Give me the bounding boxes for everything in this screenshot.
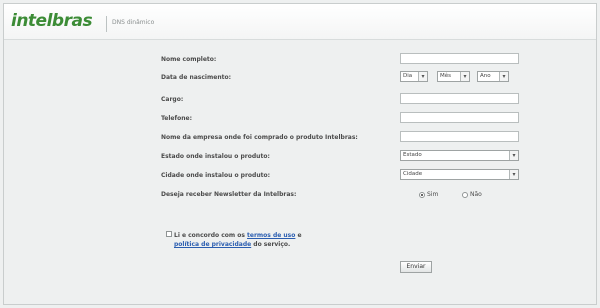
newsletter-no-radio[interactable] <box>462 192 468 198</box>
store-input[interactable] <box>400 131 519 142</box>
terms-and: e <box>295 232 302 239</box>
submit-button[interactable]: Enviar <box>400 261 432 273</box>
full-name-input[interactable] <box>400 53 519 64</box>
chevron-down-icon: ▾ <box>499 72 508 81</box>
newsletter-label: Deseja receber Newsletter da Intelbras: <box>161 191 297 198</box>
phone-label: Telefone: <box>161 115 192 122</box>
day-select-value: Dia <box>403 73 413 79</box>
city-label: Cidade onde instalou o produto: <box>161 172 271 179</box>
terms-prefix: Li e concordo com os <box>174 232 248 239</box>
terms-checkbox[interactable] <box>166 231 172 237</box>
terms-of-use-link[interactable]: termos de uso <box>247 232 295 239</box>
year-select[interactable]: Ano ▾ <box>477 71 509 82</box>
header: intelbras DNS dinâmico <box>4 4 596 40</box>
state-select[interactable]: Estado ▾ <box>400 150 519 161</box>
year-select-value: Ano <box>480 73 491 79</box>
terms-text: Li e concordo com os termos de uso e pol… <box>174 231 302 249</box>
header-divider <box>106 16 107 32</box>
chevron-down-icon: ▾ <box>509 170 518 179</box>
privacy-policy-link[interactable]: política de privacidade <box>174 241 251 248</box>
chevron-down-icon: ▾ <box>460 72 469 81</box>
newsletter-yes-label: Sim <box>427 191 439 198</box>
city-select-value: Cidade <box>403 171 423 177</box>
state-label: Estado onde instalou o produto: <box>161 153 270 160</box>
newsletter-no-label: Não <box>470 191 482 198</box>
intelbras-logo: intelbras <box>11 11 93 31</box>
terms-suffix: do serviço. <box>251 241 291 248</box>
day-select[interactable]: Dia ▾ <box>400 71 428 82</box>
store-label: Nome da empresa onde foi comprado o prod… <box>161 134 358 141</box>
page-subtitle: DNS dinâmico <box>112 19 155 26</box>
chevron-down-icon: ▾ <box>418 72 427 81</box>
city-select[interactable]: Cidade ▾ <box>400 169 519 180</box>
role-label: Cargo: <box>161 96 184 103</box>
month-select-value: Mês <box>440 73 451 79</box>
role-input[interactable] <box>400 93 519 104</box>
state-select-value: Estado <box>403 152 422 158</box>
birth-date-label: Data de nascimento: <box>161 74 231 81</box>
month-select[interactable]: Mês ▾ <box>437 71 470 82</box>
full-name-label: Nome completo: <box>161 56 217 63</box>
phone-input[interactable] <box>400 112 519 123</box>
chevron-down-icon: ▾ <box>509 151 518 160</box>
newsletter-yes-radio[interactable] <box>419 192 425 198</box>
